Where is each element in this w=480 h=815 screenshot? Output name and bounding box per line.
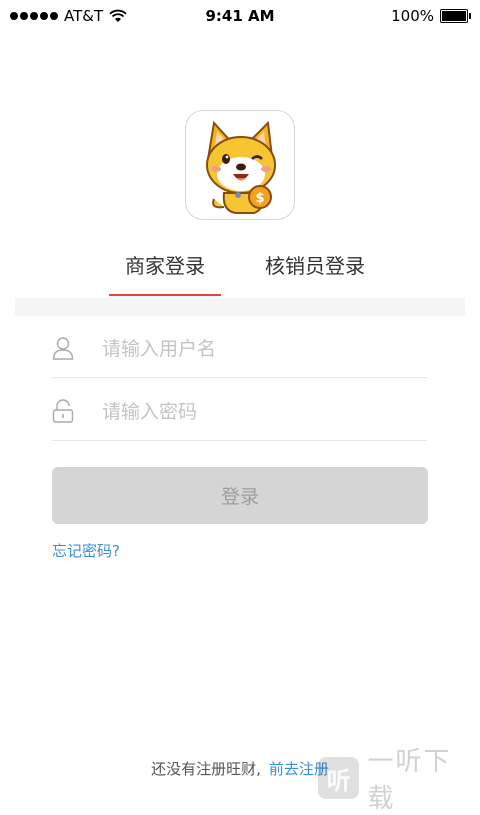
active-tab-indicator (109, 294, 221, 296)
password-input[interactable] (100, 395, 424, 429)
tab-verifier-login[interactable]: 核销员登录 (265, 250, 365, 279)
login-button[interactable]: 登录 (52, 467, 428, 524)
watermark-text: 一听下载 (367, 747, 452, 814)
watermark-logo: 听 (318, 757, 360, 799)
divider-band (15, 298, 465, 316)
login-tabs: 商家登录 核销员登录 (15, 240, 465, 300)
svg-text:$: $ (255, 191, 264, 206)
tab-merchant-login[interactable]: 商家登录 (125, 250, 205, 279)
forgot-password-link[interactable]: 忘记密码? (52, 540, 120, 561)
watermark: 听 一听下载 (318, 747, 478, 814)
register-prompt-text: 还没有注册旺财, (151, 760, 261, 778)
battery-percentage: 100% (391, 7, 434, 25)
username-field (52, 318, 427, 378)
password-field (52, 381, 427, 441)
status-right: 100% (391, 7, 471, 25)
shiba-dog-coin-icon: $ (185, 110, 295, 220)
lock-icon (52, 399, 74, 423)
user-icon (52, 337, 74, 360)
battery-icon (440, 9, 471, 23)
username-input[interactable] (100, 332, 424, 366)
status-bar: AT&T 9:41 AM 100% (0, 0, 480, 34)
